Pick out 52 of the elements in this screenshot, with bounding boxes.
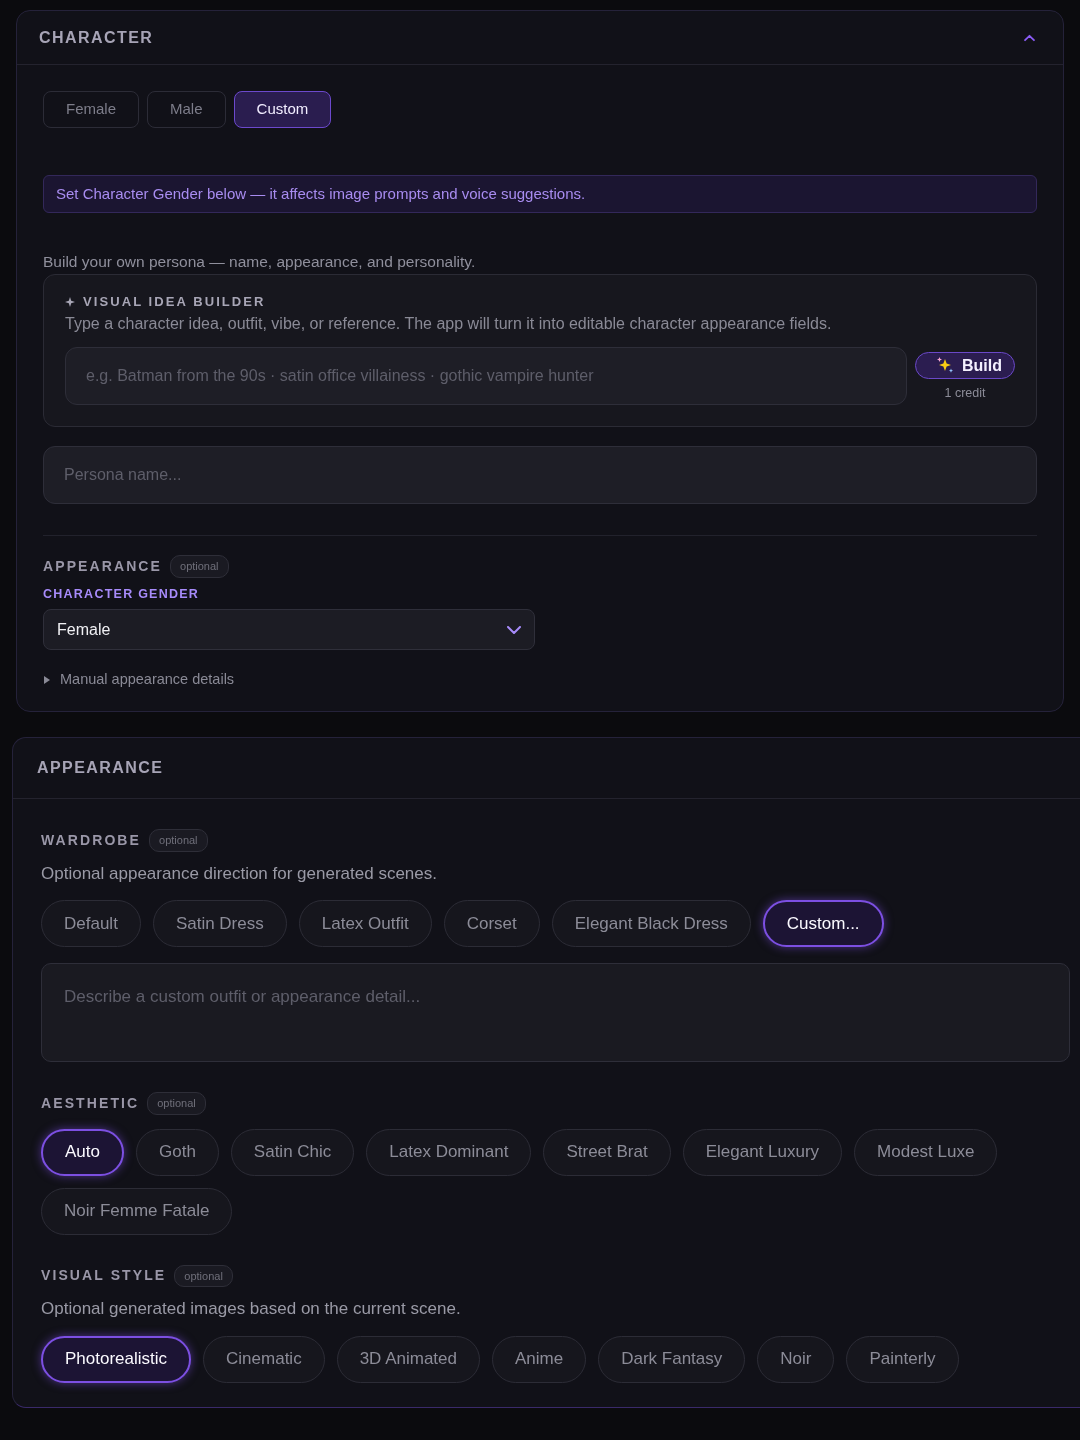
- option-chip[interactable]: Latex Outfit: [298, 900, 432, 947]
- idea-input-field[interactable]: e.g. Batman from the 90s · satin office villainess · gothic vampire hunter: [65, 347, 907, 405]
- section-title: WARDROBE: [41, 830, 142, 850]
- credit-cost: 1 credit: [944, 385, 986, 402]
- option-chip[interactable]: Auto: [41, 1128, 124, 1176]
- sparkle-icon: [65, 297, 75, 307]
- persona-name-field[interactable]: Persona name...: [43, 446, 1037, 504]
- optional-badge: optional: [149, 829, 208, 852]
- optional-badge: optional: [147, 1092, 206, 1115]
- builder-description: Type a character idea, outfit, vibe, or reference. The app will turn it into editable character appearance fields.: [65, 314, 833, 334]
- option-chip[interactable]: Modest Luxe: [854, 1128, 998, 1176]
- gender-tab[interactable]: Female: [43, 91, 140, 128]
- option-chip[interactable]: Corset: [443, 900, 540, 947]
- intro-text: Build your own persona — name, appearance, and personality.: [43, 253, 477, 271]
- option-chip[interactable]: Satin Dress: [152, 900, 287, 947]
- option-chip[interactable]: 3D Animated: [336, 1335, 480, 1383]
- option-chip[interactable]: Satin Chic: [230, 1128, 355, 1176]
- option-chip[interactable]: Painterly: [846, 1335, 959, 1383]
- panel-title: CHARACTER: [39, 27, 154, 48]
- option-chip[interactable]: Dark Fantasy: [598, 1335, 746, 1383]
- section-title: AESTHETIC: [41, 1093, 140, 1113]
- option-chip[interactable]: Noir Femme Fatale: [41, 1187, 233, 1235]
- option-chip[interactable]: Elegant Luxury: [682, 1128, 843, 1176]
- chevron-up-icon[interactable]: [1024, 33, 1035, 42]
- section-title: VISUAL STYLE: [41, 1266, 167, 1286]
- details-toggle[interactable]: Manual appearance details: [43, 669, 235, 691]
- gender-select[interactable]: Female: [43, 609, 535, 651]
- option-chip[interactable]: Default: [41, 900, 141, 947]
- option-chip[interactable]: Elegant Black Dress: [551, 900, 751, 947]
- section-title: VISUAL IDEA BUILDER: [83, 294, 266, 310]
- option-chip[interactable]: Latex Dominant: [366, 1128, 532, 1176]
- option-chip[interactable]: Goth: [136, 1128, 219, 1176]
- section-title: APPEARANCE: [43, 556, 162, 576]
- option-chip[interactable]: Noir: [757, 1335, 835, 1383]
- panel-title: APPEARANCE: [37, 758, 164, 778]
- option-chip[interactable]: Cinematic: [203, 1335, 325, 1383]
- section-description: Optional appearance direction for generated scenes.: [41, 862, 438, 885]
- build-button[interactable]: Build: [915, 352, 1015, 379]
- chevron-down-icon: [507, 625, 521, 634]
- option-chip[interactable]: Anime: [492, 1335, 587, 1383]
- gender-tab[interactable]: Custom: [233, 91, 332, 128]
- option-chip[interactable]: Custom...: [762, 900, 884, 947]
- notice-banner: Set Character Gender below — it affects image prompts and voice suggestions.: [43, 175, 1037, 213]
- option-chip[interactable]: Photorealistic: [41, 1335, 192, 1383]
- custom-outfit-field[interactable]: Describe a custom outfit or appearance detail...: [41, 963, 1070, 1062]
- field-label: CHARACTER GENDER: [43, 585, 201, 603]
- optional-badge: optional: [174, 1264, 233, 1287]
- option-chip[interactable]: Street Brat: [543, 1128, 671, 1176]
- sparkles-icon: [936, 357, 954, 374]
- optional-badge: optional: [170, 555, 229, 578]
- gender-tab[interactable]: Male: [147, 91, 226, 128]
- section-description: Optional generated images based on the current scene.: [41, 1298, 462, 1320]
